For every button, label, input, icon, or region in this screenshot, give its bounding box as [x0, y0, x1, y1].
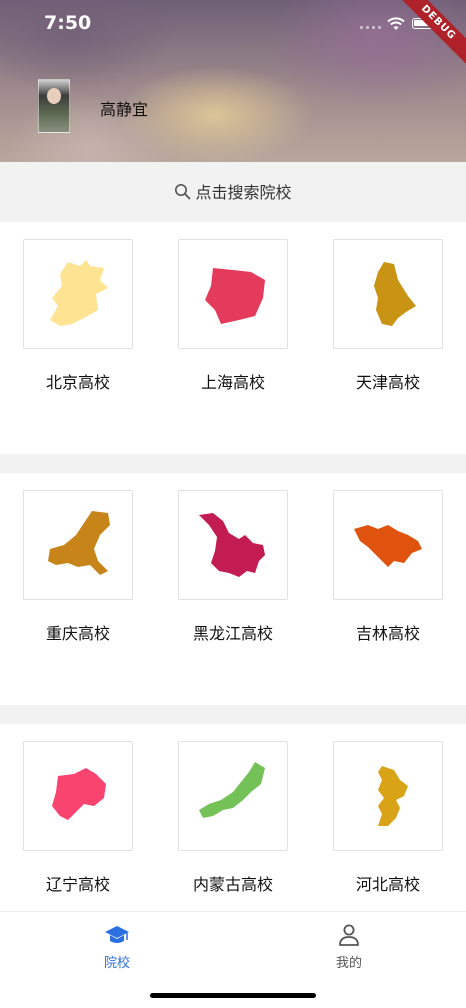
province-card-shanghai[interactable]: 上海高校	[178, 239, 288, 393]
province-map-image	[333, 490, 443, 600]
shanghai-map-shape	[205, 268, 265, 324]
debug-banner: DEBUG	[389, 0, 466, 72]
province-label: 辽宁高校	[45, 875, 110, 894]
province-map-image	[178, 490, 288, 600]
province-section: 重庆高校 黑龙江高校 吉林高校	[0, 473, 466, 705]
province-card-heilongjiang[interactable]: 黑龙江高校	[178, 490, 288, 644]
province-card-tianjin[interactable]: 天津高校	[333, 239, 443, 393]
tab-colleges[interactable]: 院校	[67, 922, 167, 971]
beijing-map-shape	[50, 260, 108, 326]
province-card-neimenggu[interactable]: 内蒙古高校	[178, 741, 288, 895]
province-map-image	[333, 239, 443, 349]
province-card-jilin[interactable]: 吉林高校	[333, 490, 443, 644]
province-label: 北京高校	[45, 373, 110, 392]
tab-colleges-label: 院校	[103, 956, 130, 971]
province-card-chongqing[interactable]: 重庆高校	[23, 490, 133, 644]
province-label: 河北高校	[355, 875, 420, 894]
search-bar[interactable]: 点击搜索院校	[0, 162, 466, 220]
province-label: 天津高校	[355, 373, 420, 392]
hebei-map-shape	[378, 766, 408, 826]
status-time: 7:50	[44, 12, 92, 34]
province-label: 上海高校	[200, 373, 265, 392]
jilin-map-shape	[354, 525, 422, 567]
province-map-image	[178, 239, 288, 349]
liaoning-map-shape	[52, 768, 106, 820]
province-map-image	[178, 741, 288, 851]
province-map-image	[23, 741, 133, 851]
heilongjiang-map-shape	[199, 513, 265, 577]
province-label: 重庆高校	[45, 624, 110, 643]
avatar[interactable]	[38, 79, 70, 133]
tianjin-map-shape	[374, 262, 416, 326]
province-label: 吉林高校	[355, 624, 420, 643]
province-map-image	[23, 490, 133, 600]
province-card-liaoning[interactable]: 辽宁高校	[23, 741, 133, 895]
wifi-icon	[387, 17, 405, 30]
province-map-image	[333, 741, 443, 851]
person-icon	[339, 924, 359, 946]
province-label: 内蒙古高校	[192, 875, 273, 894]
home-indicator	[150, 993, 316, 998]
province-card-beijing[interactable]: 北京高校	[23, 239, 133, 393]
province-label: 黑龙江高校	[192, 624, 273, 643]
app-screen: 7:50 DEBUG 高静宜 点击搜索院校 北京高校 上海高校 天津高校 重庆高…	[0, 0, 466, 1008]
search-label: 点击搜索院校	[195, 183, 292, 202]
profile-header: 7:50 DEBUG 高静宜	[0, 0, 466, 162]
chongqing-map-shape	[48, 511, 110, 575]
province-map-image	[23, 239, 133, 349]
graduation-cap-icon	[105, 926, 129, 943]
neimenggu-map-shape	[199, 762, 265, 818]
tab-mine-label: 我的	[335, 956, 362, 971]
username: 高静宜	[100, 100, 149, 119]
search-icon	[175, 183, 191, 199]
tab-mine[interactable]: 我的	[299, 922, 399, 971]
province-card-hebei[interactable]: 河北高校	[333, 741, 443, 895]
province-section: 北京高校 上海高校 天津高校	[0, 222, 466, 454]
cellular-signal-icon	[360, 26, 381, 29]
